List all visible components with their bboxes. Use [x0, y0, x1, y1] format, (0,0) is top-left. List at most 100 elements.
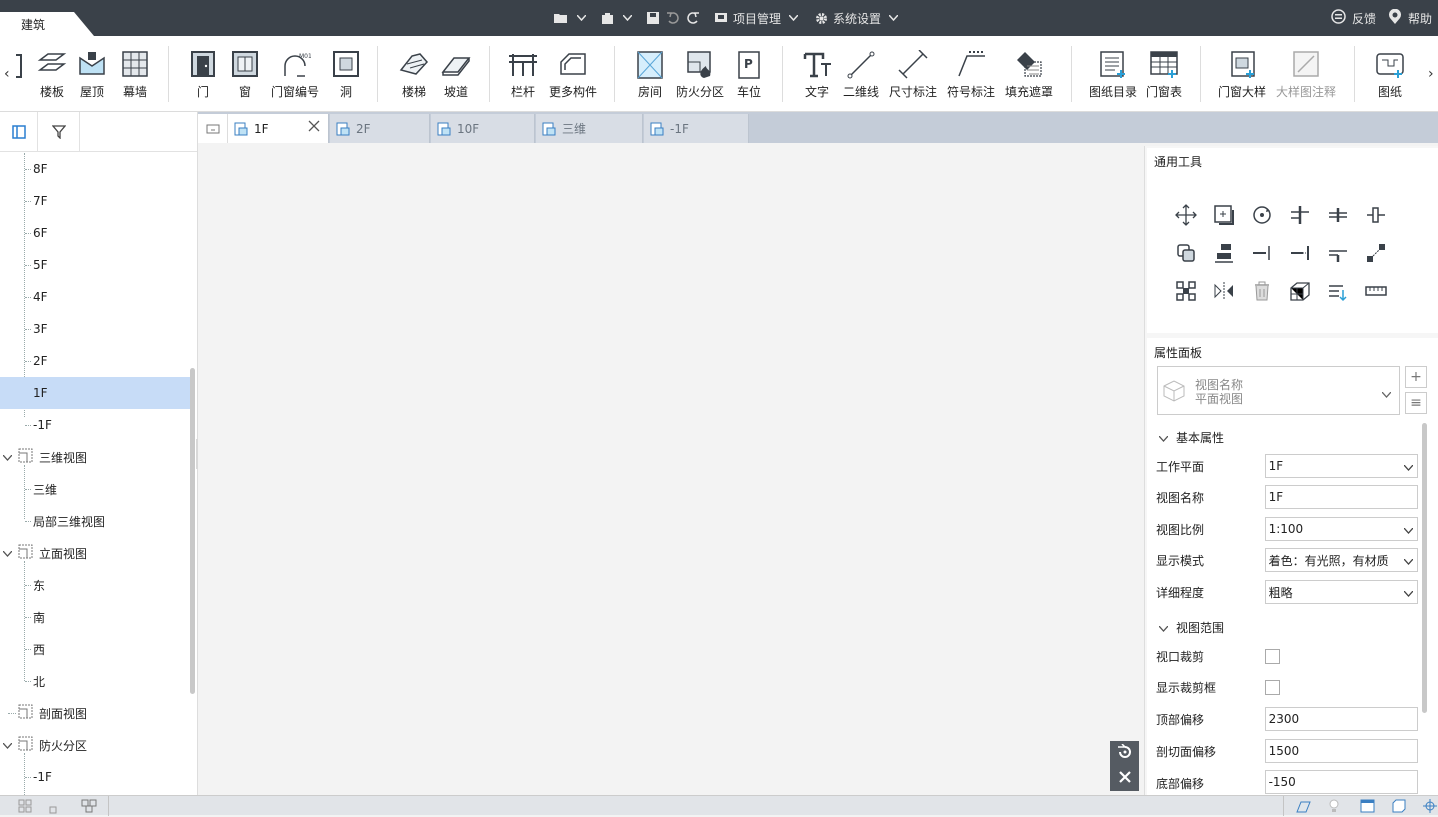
copy-tool[interactable]	[1205, 196, 1243, 234]
room-button[interactable]: 房间	[634, 50, 666, 104]
cut-plane-input[interactable]: 1500	[1264, 739, 1418, 763]
tree-item-1f[interactable]: 1F	[0, 377, 190, 409]
scroll-right-icon[interactable]: ›	[1428, 66, 1434, 82]
drawing-button[interactable]: 图纸	[1374, 50, 1406, 104]
project-menu[interactable]: 项目管理	[733, 10, 781, 27]
tree-item-fire-b1f[interactable]: -1F	[0, 761, 190, 793]
tab-1f[interactable]: 1F	[228, 114, 329, 143]
detail-annotation-button[interactable]: 大样图注释	[1276, 50, 1336, 104]
3d-grid-tool[interactable]	[1281, 272, 1319, 310]
chevron-down-icon[interactable]	[573, 10, 589, 26]
duplicate-tool[interactable]	[1167, 234, 1205, 272]
tree-item-north[interactable]: 北	[0, 665, 190, 697]
tree-item-7f[interactable]: 7F	[0, 185, 190, 217]
tree-item-2f[interactable]: 2F	[0, 345, 190, 377]
break-tool[interactable]	[1357, 196, 1395, 234]
drawing-canvas[interactable]	[198, 143, 1144, 795]
top-offset-input[interactable]: 2300	[1264, 707, 1418, 731]
tree-group-3d-views[interactable]: 三维视图	[0, 441, 190, 473]
trim-extend-tool[interactable]	[1281, 196, 1319, 234]
tree-item-local-3d[interactable]: 局部三维视图	[0, 505, 190, 537]
door-button[interactable]: 门	[187, 50, 219, 104]
chevron-down-icon[interactable]	[2, 450, 13, 464]
props-scrollbar[interactable]	[1422, 423, 1427, 713]
settings-menu[interactable]: 系统设置	[833, 10, 881, 27]
split-tool[interactable]	[1319, 196, 1357, 234]
tree-item-3f[interactable]: 3F	[0, 313, 190, 345]
type-menu-button[interactable]: ≡	[1405, 392, 1427, 414]
tree-item-6f[interactable]: 6F	[0, 217, 190, 249]
pick-tool[interactable]	[1319, 272, 1357, 310]
railing-button[interactable]: 栏杆	[507, 50, 539, 104]
tab-b1f[interactable]: -1F	[644, 114, 749, 143]
view-type-selector[interactable]: 视图名称 平面视图	[1157, 366, 1400, 415]
app-tab-architecture[interactable]: 建筑	[0, 12, 94, 36]
help-icon[interactable]	[1388, 8, 1402, 28]
tab-menu-button[interactable]	[198, 114, 228, 143]
door-window-table-button[interactable]: 门窗表	[1146, 50, 1182, 104]
package-icon[interactable]	[599, 10, 615, 26]
tab-3d[interactable]: 三维	[536, 114, 643, 143]
tree-group-sections[interactable]: 剖面视图	[0, 697, 190, 729]
fill-mask-button[interactable]: 填充遮罩	[1005, 50, 1053, 104]
extend-tool[interactable]	[1281, 234, 1319, 272]
tree-group-fire-zones[interactable]: 防火分区	[0, 729, 190, 761]
undo-icon[interactable]	[665, 10, 681, 26]
move-tool[interactable]	[1167, 196, 1205, 234]
chevron-down-icon[interactable]	[2, 546, 13, 560]
parking-button[interactable]: P 车位	[733, 50, 765, 104]
view-name-input[interactable]: 1F	[1264, 485, 1418, 509]
tree-item-4f[interactable]: 4F	[0, 281, 190, 313]
ramp-button[interactable]: 坡道	[440, 50, 472, 104]
detail-level-select[interactable]: 粗略	[1264, 580, 1418, 604]
section-basic[interactable]: 基本属性	[1158, 429, 1224, 446]
close-icon[interactable]	[1118, 769, 1132, 788]
door-window-detail-button[interactable]: 门窗大样	[1218, 50, 1266, 104]
tree-item-south[interactable]: 南	[0, 601, 190, 633]
tree-group-elevations[interactable]: 立面视图	[0, 537, 190, 569]
section-view-range[interactable]: 视图范围	[1158, 619, 1224, 636]
group-tool[interactable]	[1167, 272, 1205, 310]
align-tool[interactable]	[1205, 234, 1243, 272]
scroll-left-icon[interactable]: ‹	[4, 66, 10, 82]
window-layout-icon[interactable]	[1360, 799, 1375, 816]
chevron-down-icon[interactable]	[885, 10, 901, 26]
add-type-button[interactable]: +	[1405, 366, 1427, 388]
measure-tool[interactable]	[1357, 272, 1395, 310]
save-icon[interactable]	[645, 10, 661, 26]
tree-item-east[interactable]: 东	[0, 569, 190, 601]
fire-zone-button[interactable]: 防火分区	[676, 50, 724, 104]
tree-item-b1f[interactable]: -1F	[0, 409, 190, 441]
rotate-tool[interactable]	[1243, 196, 1281, 234]
feedback-icon[interactable]	[1331, 9, 1346, 27]
symbol-annotation-button[interactable]: 符号标注	[947, 50, 995, 104]
crop-view-checkbox[interactable]	[1265, 648, 1280, 664]
redo-icon[interactable]	[685, 10, 701, 26]
model-icon[interactable]	[1296, 799, 1311, 816]
line-2d-button[interactable]: 二维线	[843, 50, 879, 104]
filter-button[interactable]	[38, 112, 80, 152]
corner-tool[interactable]	[1319, 234, 1357, 272]
tree-item-west[interactable]: 西	[0, 633, 190, 665]
offset-tool[interactable]	[1243, 234, 1281, 272]
tree-item-5f[interactable]: 5F	[0, 249, 190, 281]
window-button[interactable]: 窗	[229, 50, 261, 104]
lightbulb-icon[interactable]	[1328, 799, 1340, 816]
view-scale-select[interactable]: 1:100	[1264, 517, 1418, 541]
mirror-tool[interactable]	[1205, 272, 1243, 310]
array-tool[interactable]	[1357, 234, 1395, 272]
more-components-button[interactable]: 更多构件	[549, 50, 597, 104]
slab-button[interactable]: 楼板	[36, 50, 68, 104]
open-folder-icon[interactable]	[553, 10, 569, 26]
stair-button[interactable]: 楼梯	[398, 50, 430, 104]
curtain-wall-button[interactable]: 幕墙	[119, 50, 151, 104]
rotate-view-icon[interactable]	[1117, 743, 1133, 764]
tab-10f[interactable]: 10F	[431, 114, 535, 143]
help-link[interactable]: 帮助	[1408, 10, 1432, 27]
display-mode-select[interactable]: 着色：有光照，有材质	[1264, 548, 1418, 572]
chevron-down-icon[interactable]	[619, 10, 635, 26]
text-button[interactable]: 文字	[801, 50, 833, 104]
box-view-icon[interactable]	[1392, 799, 1406, 816]
tree-item-3d[interactable]: 三维	[0, 473, 190, 505]
layout-icon[interactable]	[81, 799, 97, 816]
